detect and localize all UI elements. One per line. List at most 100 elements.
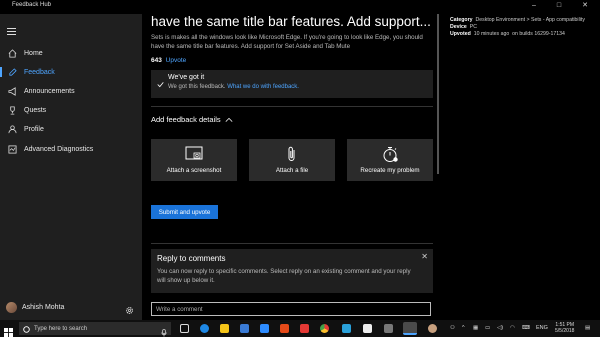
hamburger-menu-icon[interactable]	[7, 28, 16, 35]
battery-icon[interactable]: ▭	[485, 325, 490, 331]
upvote-row: 643 Upvote	[151, 57, 186, 64]
device-label: Device	[450, 24, 467, 30]
itunes-icon[interactable]	[363, 324, 372, 333]
tile-label: Attach a screenshot	[166, 167, 222, 174]
taskbar-search[interactable]: Type here to search	[19, 320, 171, 337]
gear-icon[interactable]	[125, 302, 134, 320]
category-row: Category Desktop Environment > Sets - App…	[450, 17, 585, 23]
divider	[151, 106, 433, 107]
status-description: We got this feedback. What we do with fe…	[168, 84, 299, 90]
upvoted-value: 10 minutes ago	[473, 31, 510, 37]
upvoted-row: Upvoted 10 minutes ago on builds 16299-17…	[450, 31, 565, 37]
chrome-icon[interactable]	[320, 324, 329, 333]
status-title: We've got it	[168, 74, 205, 81]
sidebar-item-label: Profile	[24, 125, 44, 133]
scrollbar[interactable]	[437, 14, 439, 174]
category-label: Category	[450, 17, 473, 23]
minimize-button[interactable]: –	[525, 1, 543, 11]
details-panel: Category Desktop Environment > Sets - App…	[442, 14, 600, 320]
attach-file-button[interactable]: Attach a file	[249, 139, 335, 181]
person-icon	[0, 124, 24, 134]
chevron-up-icon	[225, 117, 233, 122]
action-center-icon[interactable]: ▤	[585, 325, 590, 331]
device-row: Device PC	[450, 24, 477, 30]
sidebar-item-quests[interactable]: Quests	[0, 102, 142, 118]
upvoted-label: Upvoted	[450, 31, 471, 37]
close-icon[interactable]: ✕	[421, 252, 428, 261]
tile-label: Recreate my problem	[360, 167, 420, 174]
sidebar-item-home[interactable]: Home	[0, 45, 142, 61]
mail-icon[interactable]	[260, 324, 269, 333]
clock[interactable]: 1:51 PM 5/5/2018	[555, 322, 574, 334]
device-value: PC	[469, 24, 477, 30]
windows-start-icon[interactable]	[4, 324, 13, 337]
language-indicator[interactable]: ENG	[536, 325, 548, 331]
feedback-icon	[0, 67, 24, 77]
sidebar-item-profile[interactable]: Profile	[0, 121, 142, 137]
sidebar-item-label: Advanced Diagnostics	[24, 145, 94, 153]
telegram-icon[interactable]	[342, 324, 351, 333]
main-content: have the same title bar features. Add su…	[142, 14, 442, 320]
what-we-do-link[interactable]: What we do with feedback.	[227, 84, 299, 90]
tile-label: Attach a file	[275, 167, 309, 174]
trophy-icon	[0, 105, 24, 115]
people-icon[interactable]	[428, 324, 437, 333]
maximize-button[interactable]: □	[550, 1, 568, 11]
feedback-hub-taskbar-icon[interactable]	[403, 322, 417, 335]
edge-icon[interactable]	[200, 324, 209, 333]
megaphone-icon	[0, 86, 24, 96]
add-details-toggle[interactable]: Add feedback details	[151, 115, 233, 124]
status-card: We've got it We got this feedback. What …	[151, 70, 433, 98]
home-icon	[0, 48, 24, 58]
banner-description: You can now reply to specific comments. …	[157, 268, 411, 284]
tray-chevron-icon[interactable]: ^	[462, 325, 465, 331]
banner-title: Reply to comments	[157, 254, 226, 263]
reply-info-banner: Reply to comments You can now reply to s…	[151, 249, 433, 293]
paperclip-icon	[249, 146, 335, 163]
wifi-icon[interactable]: ◠	[510, 325, 515, 331]
upvote-button[interactable]: Upvote	[166, 57, 187, 64]
diagnostics-icon	[0, 144, 24, 154]
user-profile[interactable]: Ashish Mohta	[0, 298, 142, 316]
build-value: on builds 16299-17134	[512, 31, 565, 37]
checkmark-icon	[157, 75, 164, 93]
close-button[interactable]: ✕	[576, 1, 594, 11]
post-body: Sets is makes all the windows look like …	[151, 34, 423, 50]
divider	[151, 243, 433, 244]
network-icon[interactable]: ▦	[473, 325, 478, 331]
file-explorer-icon[interactable]	[220, 324, 229, 333]
screenshot-icon	[151, 146, 237, 162]
people-tray-icon[interactable]: ⚇	[450, 325, 455, 331]
volume-icon[interactable]: ◁)	[497, 325, 503, 331]
status-text: We got this feedback.	[168, 84, 226, 90]
store-icon[interactable]	[240, 324, 249, 333]
comment-input[interactable]: Write a comment	[151, 302, 431, 316]
post-title: have the same title bar features. Add su…	[151, 14, 431, 29]
upvote-count: 643	[151, 57, 162, 64]
app-icon-gray[interactable]	[384, 324, 393, 333]
sidebar-item-announcements[interactable]: Announcements	[0, 83, 142, 99]
sidebar-item-advanced-diagnostics[interactable]: Advanced Diagnostics	[0, 141, 142, 157]
stopwatch-icon	[347, 146, 433, 163]
add-details-label: Add feedback details	[151, 115, 221, 124]
clock-date: 5/5/2018	[555, 328, 575, 334]
app-icon-orange[interactable]	[280, 324, 289, 333]
sidebar-item-label: Feedback	[24, 68, 55, 76]
sidebar-item-feedback[interactable]: Feedback	[0, 64, 142, 80]
task-view-icon[interactable]	[180, 324, 189, 333]
submit-upvote-button[interactable]: Submit and upvote	[151, 205, 218, 219]
cortana-icon	[23, 320, 30, 337]
category-value[interactable]: Desktop Environment > Sets - App compati…	[476, 17, 585, 23]
avatar	[6, 301, 17, 313]
search-placeholder: Type here to search	[34, 325, 88, 332]
app-title: Feedback Hub	[12, 2, 52, 8]
sidebar: Home Feedback Announcements Quests Profi…	[0, 14, 142, 320]
sidebar-item-label: Announcements	[24, 87, 75, 95]
keyboard-icon[interactable]: ⌨	[522, 325, 530, 331]
recreate-problem-button[interactable]: Recreate my problem	[347, 139, 433, 181]
app-icon-red[interactable]	[300, 324, 309, 333]
microphone-icon[interactable]	[161, 324, 167, 337]
attach-screenshot-button[interactable]: Attach a screenshot	[151, 139, 237, 181]
taskbar: Type here to search ⚇ ^ ▦ ▭ ◁) ◠ ⌨ ENG 1…	[0, 320, 600, 337]
sidebar-item-label: Home	[24, 49, 43, 57]
